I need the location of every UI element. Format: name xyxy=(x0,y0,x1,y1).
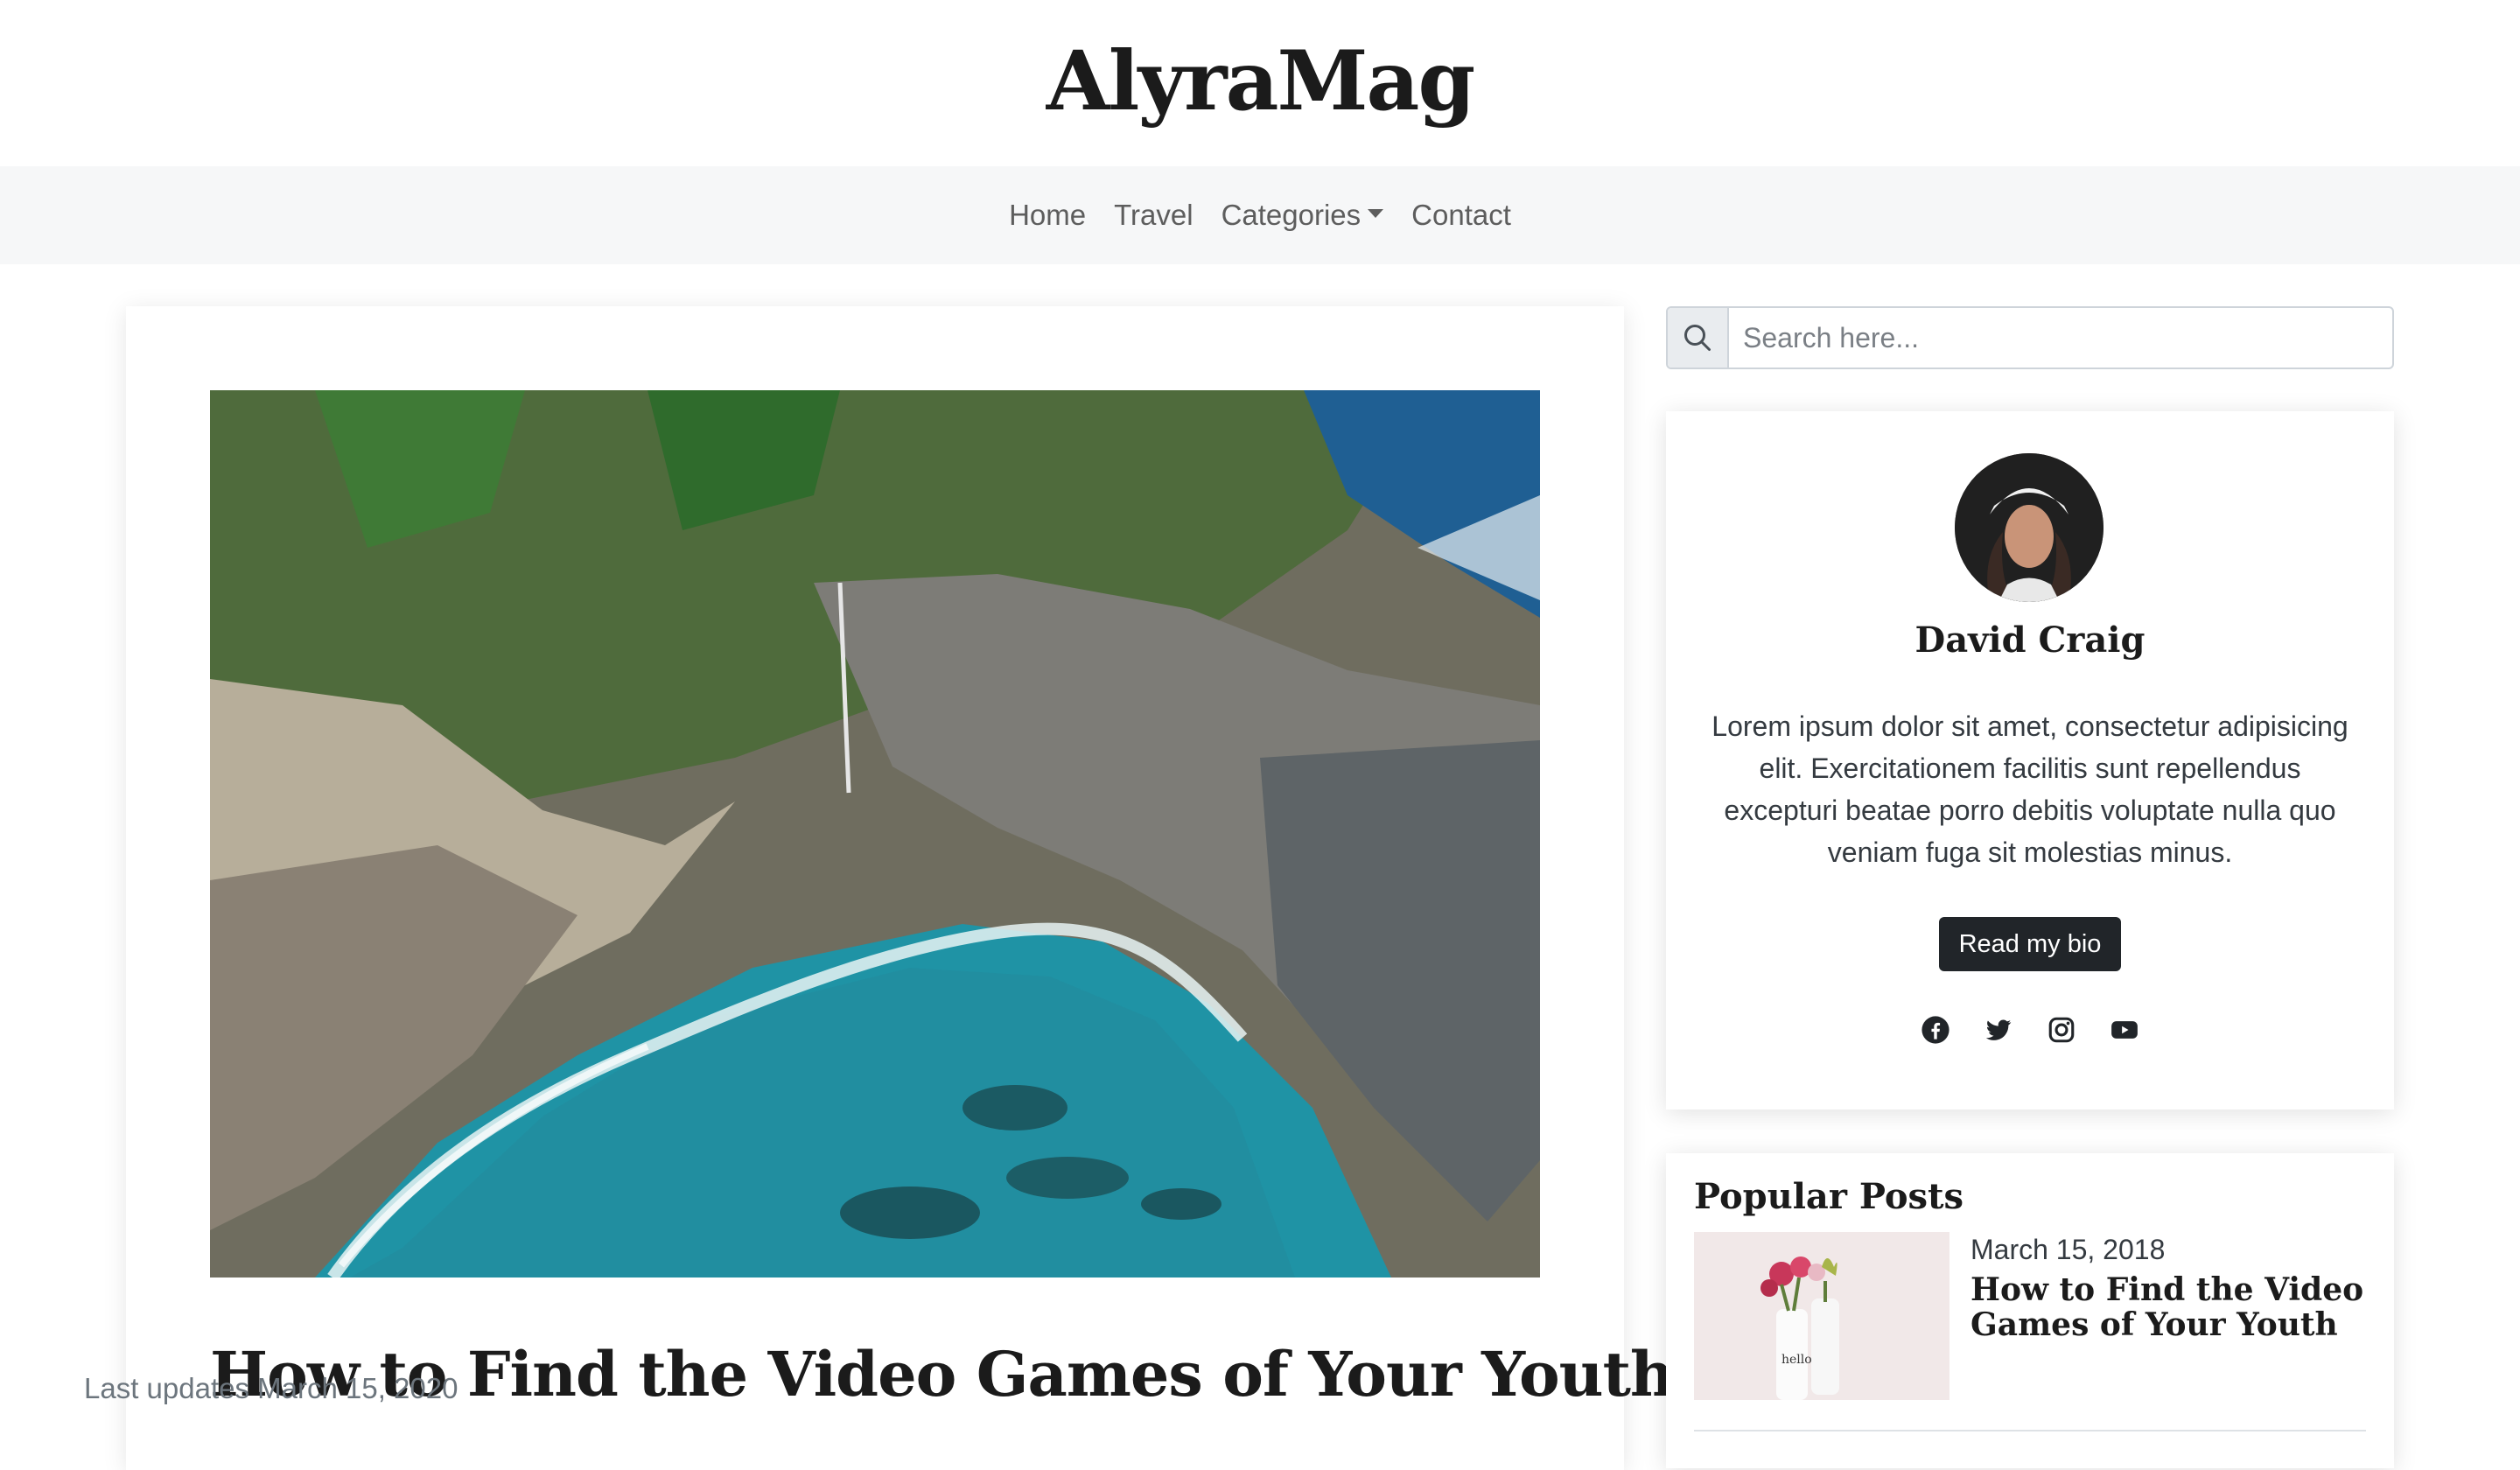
facebook-icon[interactable] xyxy=(1921,1015,1950,1045)
social-links xyxy=(1666,1015,2394,1045)
avatar xyxy=(1955,453,2104,602)
nav-travel[interactable]: Travel xyxy=(1114,199,1193,232)
search-form xyxy=(1666,306,2394,369)
author-name: David Craig xyxy=(1914,620,2146,661)
site-brand[interactable]: AlyraMag xyxy=(0,33,2520,130)
post-hero-image[interactable] xyxy=(210,390,1540,1278)
search-input[interactable] xyxy=(1729,308,2392,368)
nav-categories-dropdown[interactable]: Categories xyxy=(1222,199,1384,232)
chevron-down-icon xyxy=(1368,209,1384,218)
main-navbar: Home Travel Categories Contact xyxy=(0,166,2520,264)
featured-post-card: How to Find the Video Games of Your Yout… xyxy=(126,306,1675,1470)
search-button[interactable] xyxy=(1668,308,1729,368)
divider xyxy=(1694,1430,2366,1432)
author-bio-text: Lorem ipsum dolor sit amet, consectetur … xyxy=(1712,710,2348,868)
read-bio-button[interactable]: Read my bio xyxy=(1939,917,2121,971)
site-header: AlyraMag xyxy=(0,0,2520,166)
post-date: Last updates March 15, 2020 xyxy=(84,1372,458,1404)
popular-post-date: March 15, 2018 xyxy=(1970,1234,2166,1265)
svg-text:hello: hello xyxy=(1782,1353,1812,1367)
twitter-icon[interactable] xyxy=(1984,1015,2013,1045)
search-icon xyxy=(1684,325,1711,351)
instagram-icon[interactable] xyxy=(2047,1015,2076,1045)
nav-contact[interactable]: Contact xyxy=(1411,199,1511,232)
popular-post-title[interactable]: How to Find the Video Games of Your Yout… xyxy=(1970,1272,2373,1342)
popular-posts-card: Popular Posts hello March 15, 2018 How t… xyxy=(1666,1153,2394,1468)
popular-posts-heading: Popular Posts xyxy=(1694,1176,1964,1217)
nav-home[interactable]: Home xyxy=(1009,199,1086,232)
author-bio-card: David Craig Lorem ipsum dolor sit amet, … xyxy=(1666,411,2394,1110)
nav-categories-label: Categories xyxy=(1221,199,1362,231)
popular-post-thumbnail[interactable]: hello xyxy=(1694,1232,1950,1400)
youtube-icon[interactable] xyxy=(2110,1015,2139,1045)
aerial-coastline-photo xyxy=(210,390,1540,1278)
